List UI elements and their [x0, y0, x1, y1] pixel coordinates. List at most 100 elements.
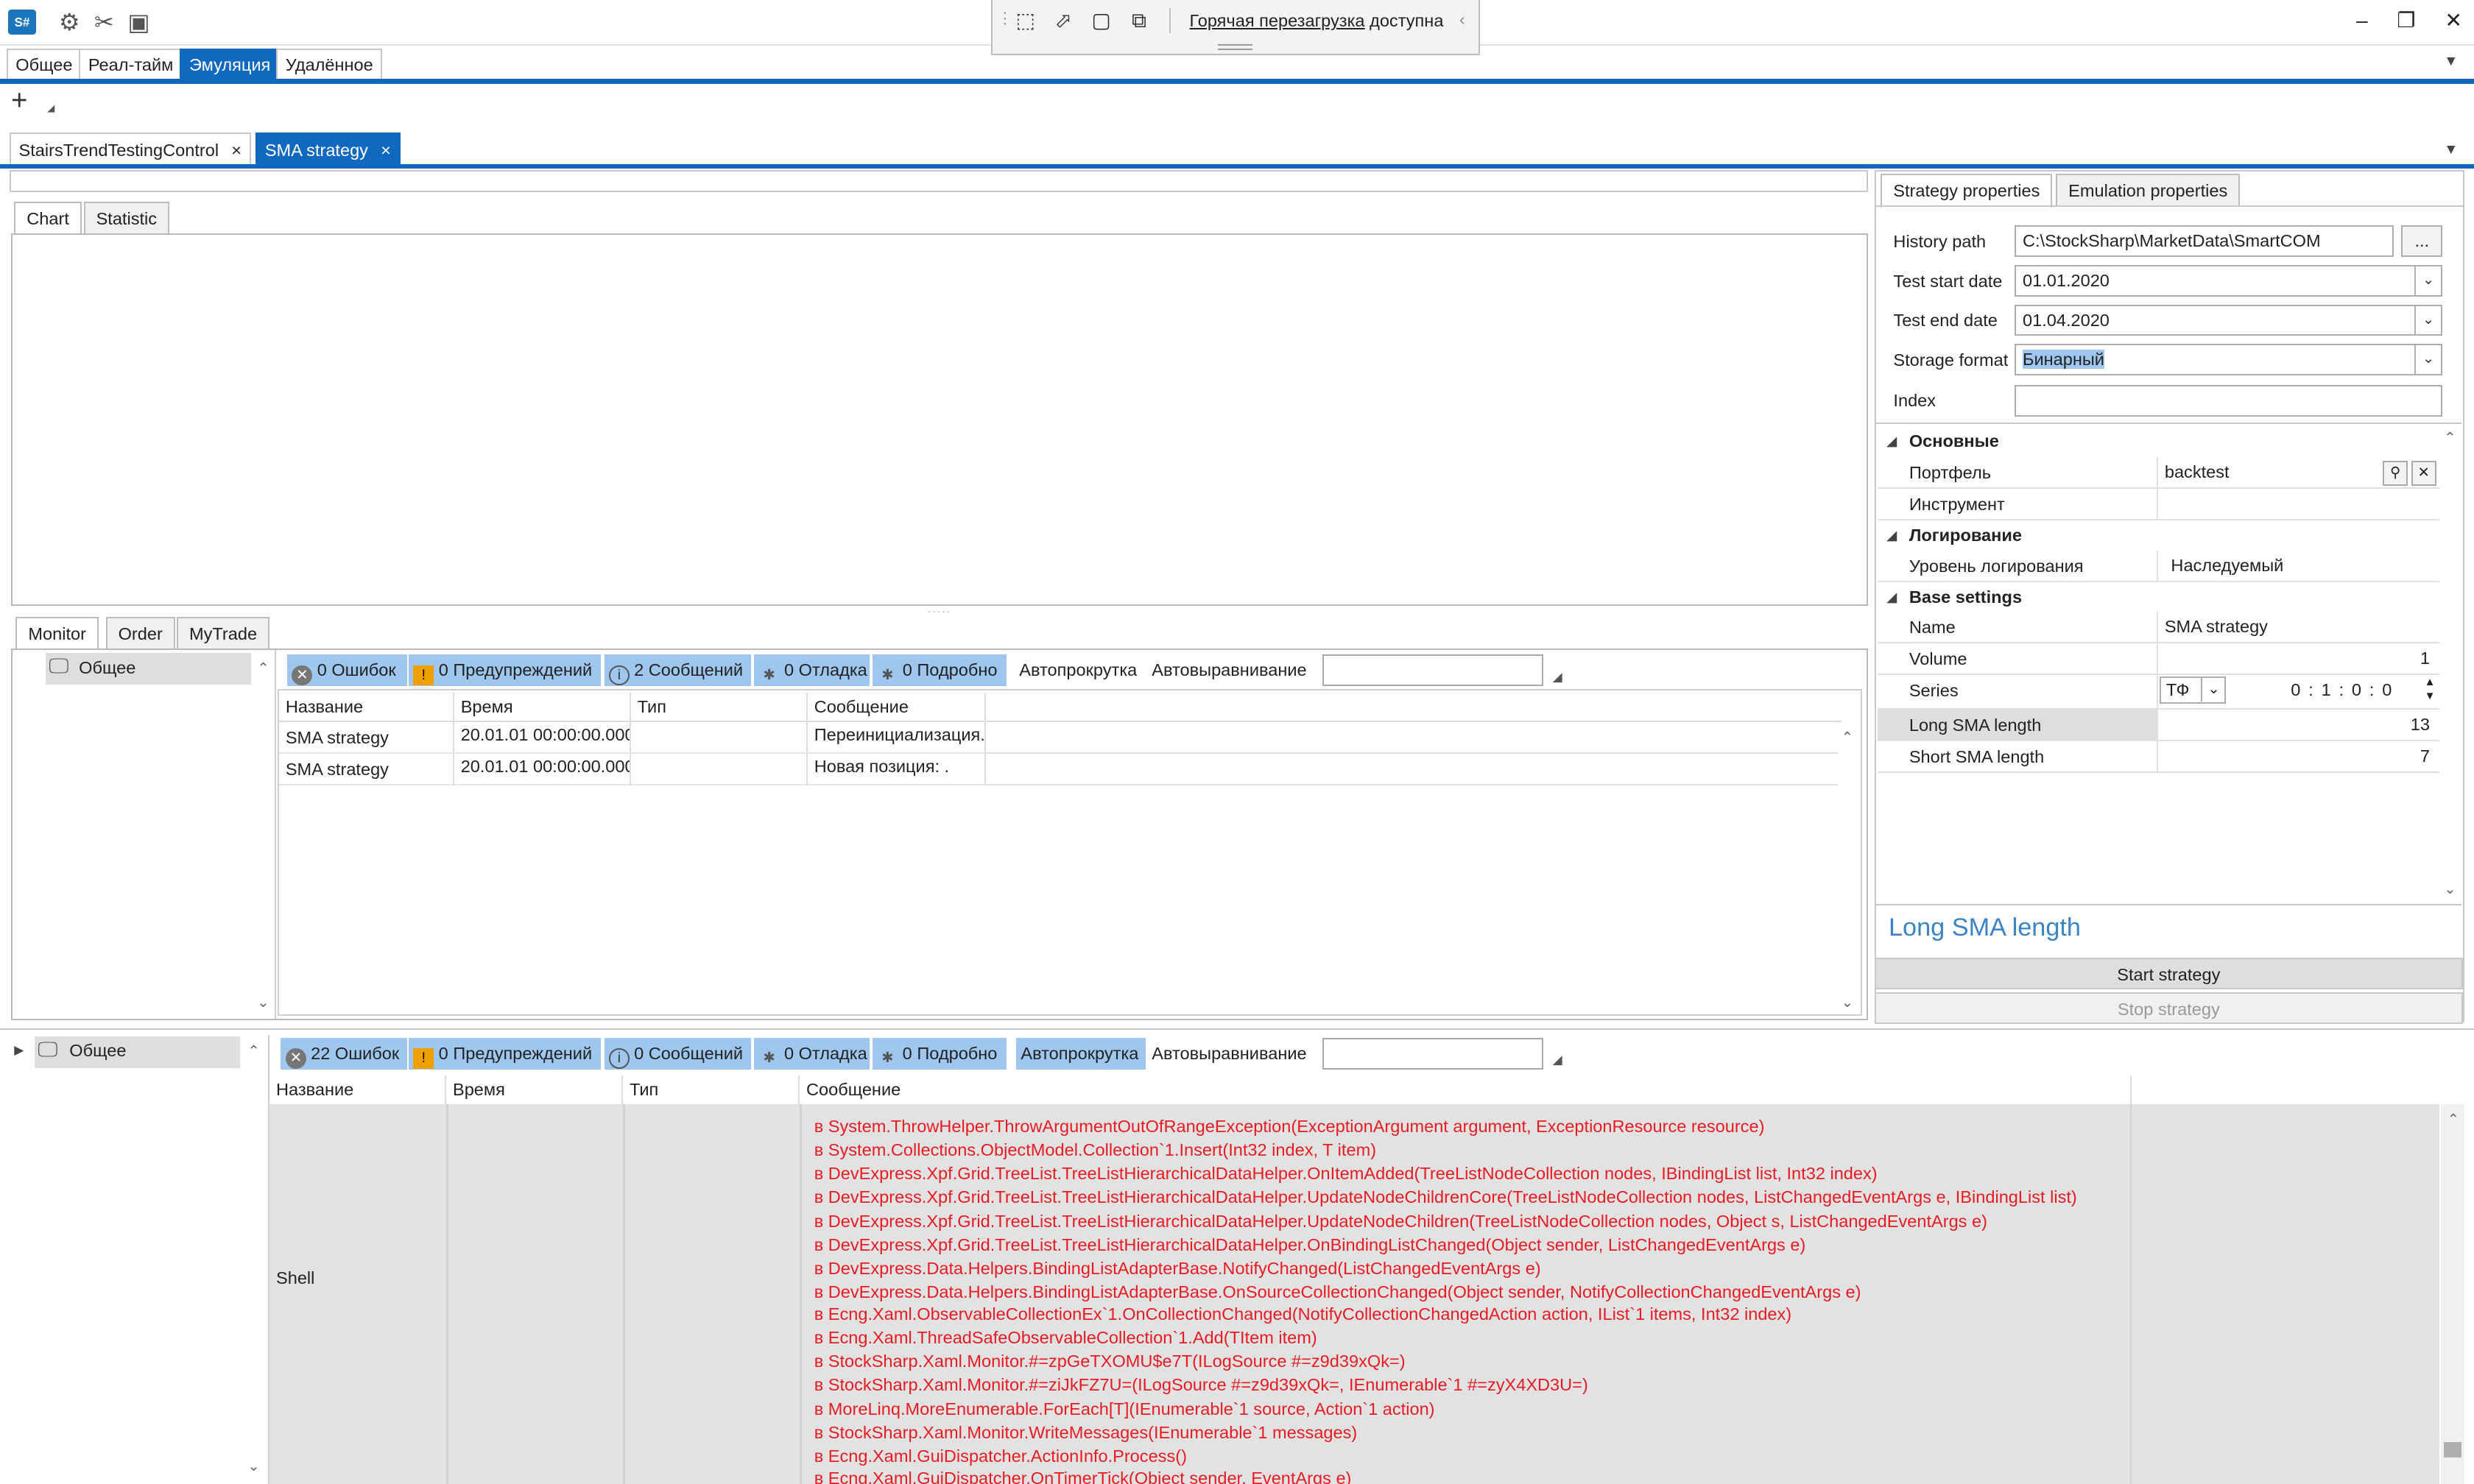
series-type-select[interactable]: ТФ ⌄: [2160, 676, 2227, 704]
spinner-icon[interactable]: ▲ ▼: [2422, 675, 2437, 704]
tab-emulation-properties[interactable]: Emulation properties: [2056, 173, 2241, 207]
col-header-type[interactable]: Тип: [631, 692, 808, 721]
name-value[interactable]: SMA strategy: [2157, 612, 2439, 643]
series-value[interactable]: ТФ ⌄ 0 : 1 : 0 : 0 ▲ ▼: [2157, 675, 2439, 709]
property-row-series[interactable]: Series ТФ ⌄ 0 : 1 : 0 : 0 ▲ ▼: [1878, 675, 2439, 710]
collapse-triangle-icon[interactable]: ◢: [1887, 426, 1897, 456]
scroll-up-icon[interactable]: ⌃: [257, 660, 269, 677]
long-sma-value[interactable]: 13: [2157, 710, 2439, 740]
search-icon[interactable]: ⚲: [2383, 460, 2408, 486]
test-end-date-input[interactable]: 01.04.2020 ⌄: [2015, 304, 2443, 336]
debug-filter-button[interactable]: ✱ 0 Отладка: [754, 1038, 870, 1070]
ribbon-tab-remote[interactable]: Удалённое: [276, 49, 383, 80]
ribbon-dropdown-icon[interactable]: ▼: [2444, 54, 2458, 70]
settings-icon[interactable]: ⚙: [55, 8, 84, 37]
col-header-name[interactable]: Название: [269, 1075, 447, 1104]
minimize-button[interactable]: –: [2339, 7, 2386, 35]
bottom-scrollbar[interactable]: [2441, 1104, 2465, 1484]
start-strategy-button[interactable]: Start strategy: [1874, 957, 2463, 989]
scroll-down-icon[interactable]: ⌄: [1842, 994, 1853, 1011]
resize-grip-icon[interactable]: ◢: [1553, 1052, 1562, 1067]
col-header-time[interactable]: Время: [454, 692, 632, 721]
scroll-down-icon[interactable]: ⌄: [247, 1458, 259, 1475]
hot-reload-text[interactable]: Горячая перезагрузка доступна: [1190, 11, 1444, 31]
monitor-search-input[interactable]: [1322, 654, 1543, 687]
scroll-up-icon[interactable]: ⌃: [1842, 729, 1853, 746]
autoalign-toggle[interactable]: Автовыравнивание: [1152, 1038, 1306, 1070]
errors-filter-button[interactable]: ✕ 22 Ошибок: [281, 1038, 407, 1070]
errors-filter-button[interactable]: ✕ 0 Ошибок: [287, 654, 407, 687]
col-header-name[interactable]: Название: [279, 692, 455, 721]
doc-tabs-dropdown-icon[interactable]: ▼: [2444, 142, 2458, 158]
collapse-triangle-icon[interactable]: ◢: [1887, 520, 1897, 551]
verbose-filter-button[interactable]: ✱ 0 Подробно: [872, 1038, 1007, 1070]
test-start-date-input[interactable]: 01.01.2020 ⌄: [2015, 265, 2443, 297]
loglevel-value[interactable]: Наследуемый: [2157, 550, 2439, 581]
cursor-select-icon[interactable]: ⬀: [1049, 7, 1078, 35]
scroll-down-icon[interactable]: ⌄: [2444, 880, 2456, 898]
tab-strategy-properties[interactable]: Strategy properties: [1881, 173, 2053, 208]
col-header-type[interactable]: Тип: [623, 1075, 800, 1104]
warnings-filter-button[interactable]: ! 0 Предупреждений: [409, 654, 602, 687]
doc-tab-sma[interactable]: SMA strategy ×: [255, 132, 401, 166]
warnings-filter-button[interactable]: ! 0 Предупреждений: [408, 1038, 602, 1070]
bottom-tree-item[interactable]: 🖵 Общее: [35, 1036, 240, 1068]
chevron-down-icon[interactable]: ⌄: [2414, 305, 2442, 335]
scroll-down-icon[interactable]: ⌄: [257, 994, 269, 1011]
category-base-settings[interactable]: ◢ Base settings: [1878, 582, 2439, 612]
select-element-icon[interactable]: ⬚: [1011, 7, 1040, 35]
autoscroll-toggle[interactable]: Автопрокрутка: [1019, 654, 1137, 686]
bottom-splitter[interactable]: [0, 1028, 2474, 1031]
col-header-message[interactable]: Сообщение: [800, 1075, 2132, 1104]
ribbon-tab-emulation[interactable]: Эмуляция: [180, 49, 281, 80]
storage-format-select[interactable]: Бинарный ⌄: [2015, 344, 2443, 375]
tab-monitor[interactable]: Monitor: [15, 616, 99, 651]
monitor-tree-item[interactable]: 🖵 Общее: [46, 653, 251, 685]
tab-chart[interactable]: Chart: [14, 202, 82, 237]
clear-icon[interactable]: ✕: [2411, 460, 2436, 486]
series-timespan-input[interactable]: 0 : 1 : 0 : 0: [2291, 675, 2393, 705]
tab-order[interactable]: Order: [105, 616, 175, 650]
track-focus-icon[interactable]: ⧉: [1125, 7, 1154, 35]
add-icon[interactable]: +: [11, 86, 28, 116]
collapse-triangle-icon[interactable]: ◢: [1887, 582, 1897, 612]
close-button[interactable]: ✕: [2430, 7, 2474, 35]
chart-area[interactable]: [11, 233, 1869, 606]
property-row-volume[interactable]: Volume 1: [1878, 643, 2439, 676]
property-row-short-sma[interactable]: Short SMA length 7: [1878, 741, 2439, 773]
save-icon[interactable]: ▣: [124, 8, 153, 37]
col-header-message[interactable]: Сообщение: [808, 692, 987, 721]
restore-button[interactable]: ❐: [2383, 7, 2430, 35]
collapse-chevron-icon[interactable]: ‹: [1459, 10, 1465, 29]
instrument-value[interactable]: [2157, 489, 2439, 519]
ribbon-tab-general[interactable]: Общее: [6, 49, 82, 80]
verbose-filter-button[interactable]: ✱ 0 Подробно: [873, 654, 1007, 687]
property-row-loglevel[interactable]: Уровень логирования Наследуемый: [1878, 550, 2439, 582]
ribbon-tab-realtime[interactable]: Реал-тайм: [79, 49, 183, 80]
expand-arrow-icon[interactable]: ▶: [14, 1042, 24, 1058]
tab-mytrade[interactable]: MyTrade: [177, 616, 270, 650]
resize-grip-icon[interactable]: ◢: [1553, 669, 1562, 685]
autoalign-toggle[interactable]: Автовыравнивание: [1152, 654, 1306, 686]
category-main[interactable]: ◢ Основные: [1878, 426, 2439, 456]
property-row-name[interactable]: Name SMA strategy: [1878, 612, 2439, 644]
add-dropdown-icon[interactable]: ◢: [47, 102, 54, 114]
display-layout-icon[interactable]: ▢: [1087, 7, 1116, 35]
stop-strategy-button[interactable]: Stop strategy: [1874, 992, 2463, 1024]
bottom-search-input[interactable]: [1322, 1038, 1543, 1070]
index-input[interactable]: [2015, 384, 2443, 417]
chevron-down-icon[interactable]: ⌄: [2414, 345, 2442, 374]
close-tab-icon[interactable]: ×: [231, 141, 242, 160]
category-logging[interactable]: ◢ Логирование: [1878, 520, 2439, 551]
short-sma-value[interactable]: 7: [2157, 741, 2439, 771]
browse-button[interactable]: ...: [2401, 225, 2443, 258]
close-tab-icon[interactable]: ×: [381, 141, 391, 160]
volume-value[interactable]: 1: [2157, 643, 2439, 674]
chevron-down-icon[interactable]: ⌄: [2414, 266, 2442, 295]
doc-tab-stairs[interactable]: StairsTrendTestingControl ×: [9, 132, 251, 166]
chevron-down-icon[interactable]: ⌄: [2201, 678, 2224, 702]
scroll-up-icon[interactable]: ⌃: [2444, 429, 2456, 447]
drag-handle[interactable]: [1218, 44, 1253, 51]
messages-filter-button[interactable]: i0 Сообщений: [604, 1038, 751, 1070]
scrollbar-thumb[interactable]: [2444, 1441, 2461, 1458]
